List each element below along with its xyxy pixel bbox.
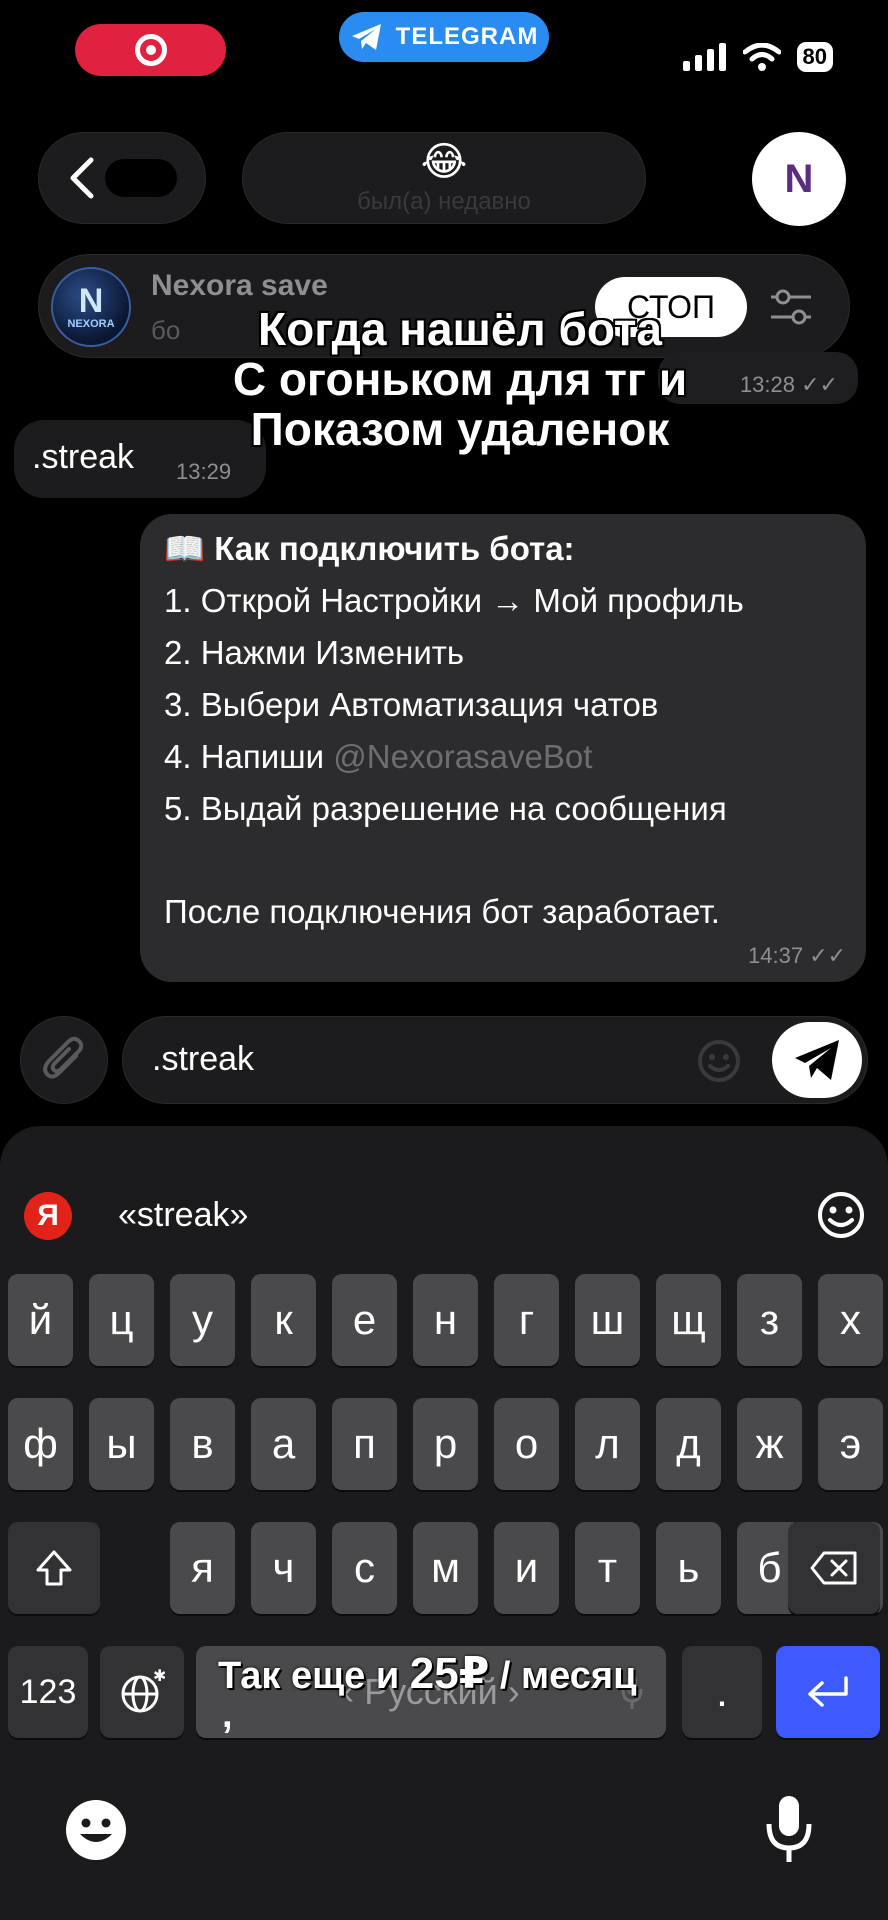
caption-line-3: Показом удаленок — [250, 403, 671, 455]
backspace-icon — [810, 1551, 857, 1585]
letter-key-5[interactable]: т — [575, 1522, 640, 1614]
letter-key-6[interactable]: ь — [656, 1522, 721, 1614]
send-icon — [795, 1040, 839, 1080]
letter-key-4[interactable]: п — [332, 1398, 397, 1490]
bot-avatar-letter: N — [78, 282, 104, 320]
bot-message-step-5: 5. Выдай разрешение на сообщения — [164, 790, 727, 827]
letter-key-7[interactable]: ш — [575, 1274, 640, 1366]
unread-count-badge — [105, 159, 177, 197]
caption-line-1: Когда нашёл бота — [257, 303, 663, 355]
letter-key-0[interactable]: й — [8, 1274, 73, 1366]
letter-key-8[interactable]: д — [656, 1398, 721, 1490]
emoji-status: 😂 — [420, 140, 468, 184]
chat-avatar[interactable]: N — [752, 132, 846, 226]
shift-key[interactable] — [8, 1522, 100, 1614]
dictation-microphone-icon[interactable] — [764, 1794, 814, 1866]
letter-key-3[interactable]: а — [251, 1398, 316, 1490]
message-input-text[interactable]: .streak — [152, 1040, 254, 1079]
telegram-pill-label: TELEGRAM — [395, 23, 539, 50]
chevron-left-icon — [70, 157, 94, 199]
attach-button[interactable] — [20, 1016, 108, 1104]
bot-message-step-4: 4. Напиши @NexorasaveBot — [164, 738, 593, 775]
telegram-icon — [351, 24, 381, 50]
back-button[interactable] — [38, 132, 206, 224]
yandex-logo-icon[interactable]: Я — [24, 1192, 72, 1240]
send-button[interactable] — [772, 1022, 862, 1098]
letter-key-0[interactable]: я — [170, 1522, 235, 1614]
promo-price: 25₽ — [409, 1649, 490, 1698]
return-icon — [808, 1676, 848, 1707]
bot-avatar-text: NEXORA — [67, 318, 115, 330]
letter-key-2[interactable]: в — [170, 1398, 235, 1490]
letter-key-5[interactable]: н — [413, 1274, 478, 1366]
return-key[interactable] — [776, 1646, 880, 1738]
globe-icon: ✱ — [121, 1669, 165, 1713]
double-check-icon: ✓✓ — [801, 372, 838, 397]
chat-title[interactable]: 😂 был(а) недавно — [242, 132, 646, 224]
letter-key-4[interactable]: е — [332, 1274, 397, 1366]
letter-key-5[interactable]: р — [413, 1398, 478, 1490]
letter-key-2[interactable]: у — [170, 1274, 235, 1366]
incoming-message-time: 13:29 — [176, 459, 232, 484]
bot-message-title: 📖 Как подключить бота: — [164, 530, 575, 567]
avatar-letter: N — [784, 156, 814, 201]
letter-key-1[interactable]: ч — [251, 1522, 316, 1614]
battery-indicator: 80 — [796, 42, 833, 72]
bot-name: Nexora save — [151, 269, 328, 302]
screen-recording-indicator[interactable] — [75, 24, 226, 76]
letter-key-6[interactable]: г — [494, 1274, 559, 1366]
last-seen-status: был(а) недавно — [357, 188, 531, 215]
sticker-emoji-icon[interactable] — [696, 1038, 742, 1084]
letter-key-10[interactable]: х — [818, 1274, 883, 1366]
letter-key-4[interactable]: и — [494, 1522, 559, 1614]
letter-key-6[interactable]: о — [494, 1398, 559, 1490]
promo-comma: , — [222, 1694, 233, 1736]
bot-avatar: N NEXORA — [51, 267, 131, 347]
bot-message-step-2: 2. Нажми Изменить — [164, 634, 465, 671]
smile-icon[interactable] — [816, 1190, 866, 1240]
period-key[interactable]: . — [682, 1646, 762, 1738]
status-icons: 80 — [682, 42, 833, 72]
record-icon — [134, 34, 167, 66]
letter-key-7[interactable]: л — [575, 1398, 640, 1490]
promo-caption: Так еще и 25₽ / месяц — [218, 1649, 637, 1698]
bot-message-step-3: 3. Выбери Автоматизация чатов — [164, 686, 659, 723]
paperclip-icon — [43, 1036, 84, 1079]
caption-line-2: С огоньком для тг и — [232, 353, 688, 405]
letter-key-3[interactable]: к — [251, 1274, 316, 1366]
letter-key-3[interactable]: м — [413, 1522, 478, 1614]
letter-key-8[interactable]: щ — [656, 1274, 721, 1366]
shift-icon — [36, 1550, 72, 1586]
numbers-key[interactable]: 123 — [8, 1646, 88, 1738]
bot-mention-link[interactable]: @NexorasaveBot — [333, 738, 592, 775]
cellular-signal-icon — [682, 43, 726, 71]
letter-key-2[interactable]: с — [332, 1522, 397, 1614]
letter-key-9[interactable]: з — [737, 1274, 802, 1366]
letter-key-0[interactable]: ф — [8, 1398, 73, 1490]
bot-message-time: 14:37 ✓✓ — [748, 943, 847, 968]
backspace-key[interactable] — [788, 1522, 880, 1614]
language-key[interactable]: ✱ — [100, 1646, 184, 1738]
svg-text:✱: ✱ — [153, 1669, 165, 1685]
bot-message-footer: После подключения бот заработает. — [164, 893, 720, 930]
telegram-pill[interactable]: TELEGRAM — [339, 12, 549, 62]
bot-message-step-1: 1. Открой Настройки → Мой профиль — [164, 582, 744, 619]
keyboard-suggestion[interactable]: «streak» — [118, 1196, 248, 1235]
incoming-message-text: .streak — [32, 438, 135, 476]
letter-key-10[interactable]: э — [818, 1398, 883, 1490]
emoji-keyboard-icon[interactable] — [64, 1798, 128, 1862]
letter-key-1[interactable]: ы — [89, 1398, 154, 1490]
wifi-icon — [742, 43, 781, 71]
letter-key-1[interactable]: ц — [89, 1274, 154, 1366]
video-caption: Когда нашёл бота С огоньком для тг и Пок… — [130, 303, 790, 455]
double-check-icon: ✓✓ — [809, 943, 847, 968]
letter-key-9[interactable]: ж — [737, 1398, 802, 1490]
